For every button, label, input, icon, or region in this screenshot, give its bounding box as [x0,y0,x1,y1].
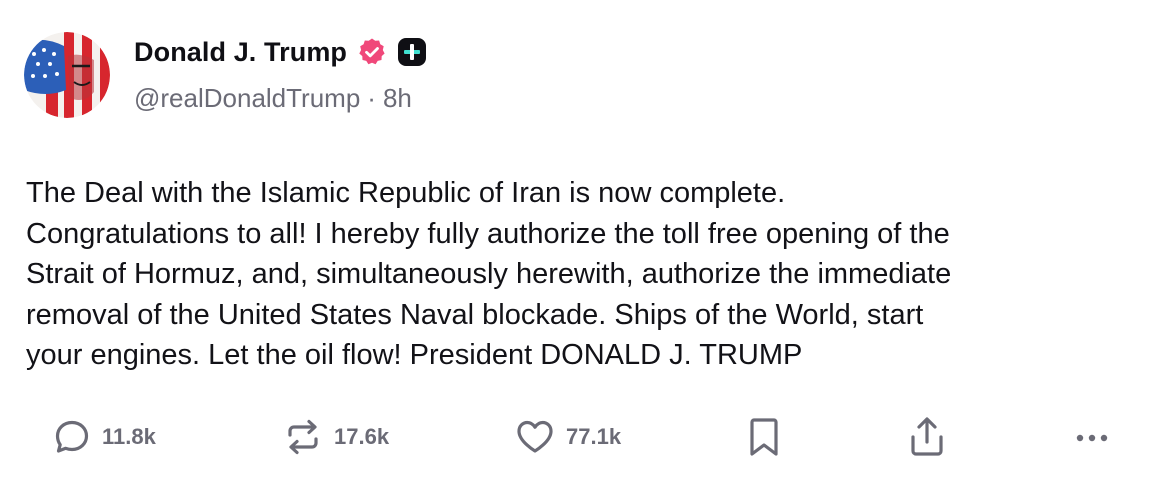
author-name-row: Donald J. Trump [134,34,427,70]
avatar-image [24,32,110,118]
share-button[interactable] [906,412,948,462]
post-card: Donald J. Trump @realDonaldTrump · 8h Th… [0,0,1164,488]
more-icon [1072,417,1112,457]
reply-button[interactable]: 11.8k [52,412,156,462]
post-text: The Deal with the Islamic Republic of Ir… [26,177,952,371]
reply-icon [52,417,92,457]
repost-count: 17.6k [334,424,390,449]
share-icon [906,415,948,459]
plus-badge-icon [397,37,427,67]
avatar[interactable] [24,32,110,118]
repost-icon [282,417,324,457]
like-count: 77.1k [566,424,622,449]
author-display-name[interactable]: Donald J. Trump [134,37,347,68]
bookmark-icon [746,416,782,458]
reply-count: 11.8k [102,424,156,449]
author-handle[interactable]: @realDonaldTrump [134,83,360,114]
post-actions: 11.8k 17.6k 77.1k [0,412,1164,462]
author-meta: @realDonaldTrump · 8h [134,83,412,114]
bookmark-button[interactable] [746,412,782,462]
heart-icon [514,417,556,457]
more-options-button[interactable] [1072,412,1112,462]
meta-separator: · [367,83,376,113]
like-button[interactable]: 77.1k [514,412,621,462]
repost-button[interactable]: 17.6k [282,412,389,462]
post-timestamp[interactable]: 8h [383,83,412,114]
verified-badge-icon [357,37,387,67]
